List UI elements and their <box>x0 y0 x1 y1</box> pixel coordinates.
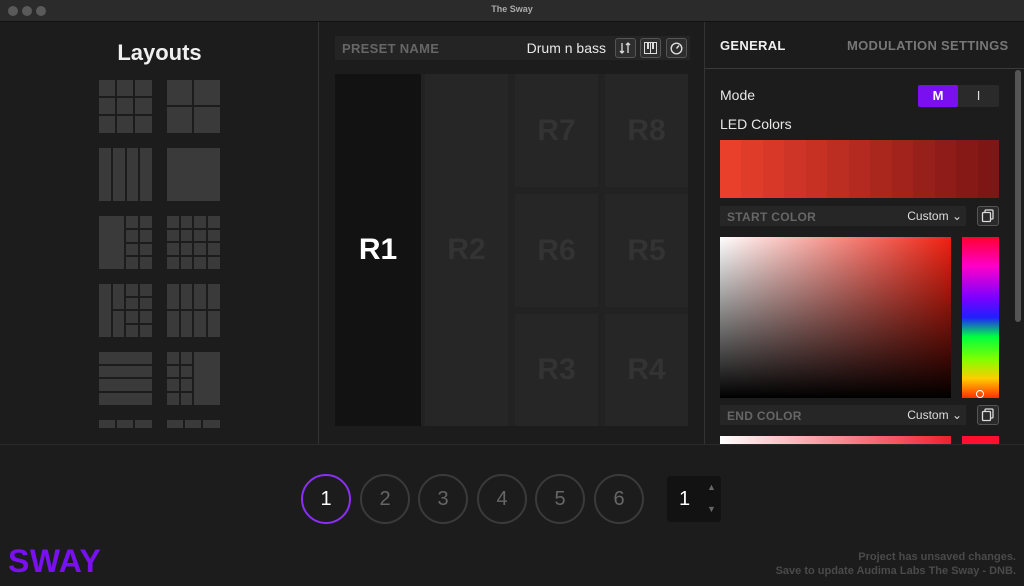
layout-columns-split-option[interactable] <box>167 284 220 337</box>
chevron-down-icon: ⌄ <box>951 209 962 223</box>
layouts-title: Layouts <box>117 40 202 65</box>
mode-label: Mode <box>720 87 756 103</box>
stepper-down-icon[interactable]: ▼ <box>707 504 716 514</box>
window-title: The Sway <box>491 4 533 14</box>
layout-rows-4-option[interactable] <box>99 352 152 405</box>
end-color-hue-slider[interactable] <box>962 436 999 444</box>
start-color-saturation-picker[interactable] <box>720 237 951 398</box>
start-color-copy-button[interactable] <box>977 206 999 226</box>
end-color-label: END COLOR <box>727 409 802 423</box>
led-swatch <box>827 140 849 198</box>
mode-i-button[interactable]: I <box>958 85 999 107</box>
zone-r3[interactable]: R3 <box>515 314 598 426</box>
led-swatch <box>977 140 1000 198</box>
piano-icon <box>644 42 657 54</box>
mode-m-button[interactable]: M <box>918 85 958 107</box>
page-stepper-value[interactable]: 1 <box>679 488 690 511</box>
sort-icon <box>619 42 631 54</box>
app-window: The Sway Layouts PRESET NAME Drum n bass… <box>0 0 1024 586</box>
start-color-mode-select[interactable]: Custom ⌄ <box>907 209 962 223</box>
settings-scrollbar[interactable] <box>1015 70 1021 322</box>
save-hint: Save to update Audima Labs The Sway - DN… <box>775 565 1016 577</box>
bottom-bar: 1 2 3 4 5 6 1 ▲ ▼ SWAY Project has unsav… <box>0 444 1024 586</box>
zone-r1[interactable]: R1 <box>335 74 421 426</box>
start-color-label: START COLOR <box>727 210 817 224</box>
tab-modulation-settings[interactable]: MODULATION SETTINGS <box>847 38 1008 53</box>
led-swatch <box>870 140 892 198</box>
title-bar: The Sway <box>0 0 1024 22</box>
mode-toggle: M I <box>918 85 999 107</box>
page-3-button[interactable]: 3 <box>418 474 468 524</box>
led-swatch <box>956 140 978 198</box>
preset-name-value[interactable]: Drum n bass <box>527 40 606 56</box>
zone-r4[interactable]: R4 <box>605 314 688 426</box>
layout-partial-option[interactable] <box>99 420 152 428</box>
zone-r8[interactable]: R8 <box>605 74 688 187</box>
led-swatch <box>720 140 742 198</box>
layout-partial-option[interactable] <box>167 420 220 428</box>
preset-bar: PRESET NAME Drum n bass <box>335 36 690 60</box>
page-2-button[interactable]: 2 <box>360 474 410 524</box>
sort-icon-button[interactable] <box>615 38 636 58</box>
copy-icon <box>981 209 994 223</box>
layouts-panel: Layouts <box>0 22 319 444</box>
end-color-bar: END COLOR Custom ⌄ <box>720 405 966 425</box>
layout-column-grid-option[interactable] <box>99 284 152 337</box>
stepper-up-icon[interactable]: ▲ <box>707 482 716 492</box>
layout-split-left-option[interactable] <box>99 216 152 269</box>
chevron-down-icon: ⌄ <box>951 408 962 422</box>
start-color-hue-slider[interactable] <box>962 237 999 398</box>
led-swatch <box>891 140 914 198</box>
layout-single-option[interactable] <box>167 148 220 201</box>
end-color-mode-select[interactable]: Custom ⌄ <box>907 408 962 422</box>
unsaved-status: Project has unsaved changes. <box>858 551 1016 563</box>
page-stepper: 1 ▲ ▼ <box>667 476 721 522</box>
led-swatch <box>913 140 935 198</box>
led-swatch <box>848 140 871 198</box>
layout-grid-4x4-option[interactable] <box>167 216 220 269</box>
zone-r7[interactable]: R7 <box>515 74 598 187</box>
led-swatch <box>762 140 785 198</box>
led-swatch <box>784 140 806 198</box>
led-color-preview <box>720 140 1000 198</box>
layout-grid-2x2-option[interactable] <box>167 80 220 133</box>
led-swatch <box>741 140 763 198</box>
layout-grid-3x3-option[interactable] <box>99 80 152 133</box>
page-6-button[interactable]: 6 <box>594 474 644 524</box>
preset-name-label: PRESET NAME <box>342 41 440 56</box>
page-5-button[interactable]: 5 <box>535 474 585 524</box>
hue-slider-handle[interactable] <box>976 390 984 398</box>
led-swatch <box>934 140 957 198</box>
page-4-button[interactable]: 4 <box>477 474 527 524</box>
settings-panel: GENERAL MODULATION SETTINGS Mode M I LED… <box>704 22 1024 444</box>
end-color-copy-button[interactable] <box>977 405 999 425</box>
layout-split-right-option[interactable] <box>167 352 220 405</box>
page-1-button[interactable]: 1 <box>301 474 351 524</box>
zone-r5[interactable]: R5 <box>605 194 688 307</box>
zone-r2[interactable]: R2 <box>425 74 508 426</box>
start-color-bar: START COLOR Custom ⌄ <box>720 206 966 226</box>
zone-grid: R1 R2 R7 R8 R6 R5 R3 R4 <box>335 74 688 426</box>
tab-general[interactable]: GENERAL <box>720 38 786 53</box>
led-colors-label: LED Colors <box>720 116 792 132</box>
preset-editor: PRESET NAME Drum n bass R1 R2 R7 R8 R6 R… <box>320 22 704 444</box>
led-swatch <box>805 140 828 198</box>
piano-keys-button[interactable] <box>640 38 661 58</box>
sway-logo: SWAY <box>8 543 102 579</box>
gauge-button[interactable] <box>666 38 687 58</box>
copy-icon <box>981 408 994 422</box>
zone-r6[interactable]: R6 <box>515 194 598 307</box>
layout-columns-4-option[interactable] <box>99 148 152 201</box>
settings-tabs: GENERAL MODULATION SETTINGS <box>705 22 1024 69</box>
gauge-icon <box>670 42 683 55</box>
end-color-saturation-picker[interactable] <box>720 436 951 444</box>
